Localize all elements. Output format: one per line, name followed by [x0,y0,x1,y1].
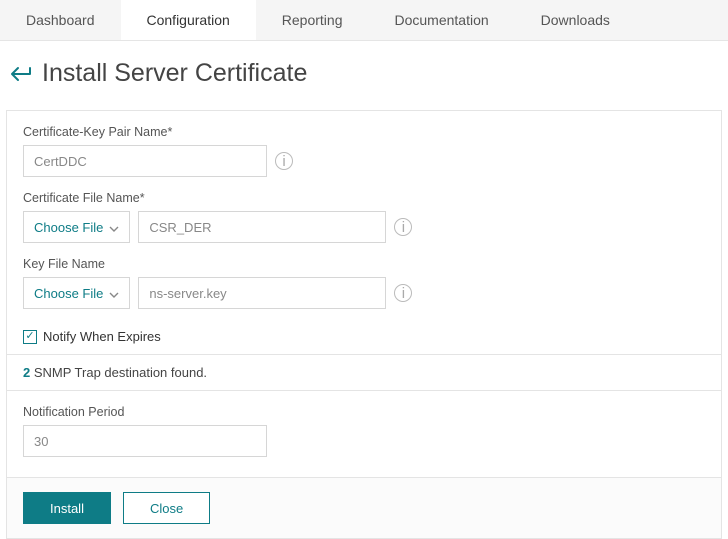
tab-downloads[interactable]: Downloads [515,0,636,40]
key-file-input[interactable] [138,277,386,309]
tab-configuration[interactable]: Configuration [121,0,256,40]
tab-documentation[interactable]: Documentation [368,0,514,40]
close-button[interactable]: Close [123,492,210,524]
notify-checkbox-label: Notify When Expires [43,329,161,344]
choose-file-label: Choose File [34,220,103,235]
tab-reporting[interactable]: Reporting [256,0,369,40]
key-file-label: Key File Name [23,257,705,271]
page-header: Install Server Certificate [0,41,728,110]
key-file-choose-button[interactable]: Choose File [23,277,130,309]
footer-actions: Install Close [7,477,721,538]
notification-period-label: Notification Period [23,405,705,419]
info-icon[interactable]: i [394,284,412,302]
cert-key-pair-input[interactable] [23,145,267,177]
page-title: Install Server Certificate [42,59,307,88]
snmp-status: 2 SNMP Trap destination found. [7,355,721,391]
snmp-text: SNMP Trap destination found. [30,365,207,380]
notification-period-input[interactable] [23,425,267,457]
choose-file-label: Choose File [34,286,103,301]
notify-checkbox[interactable]: ✓ [23,330,37,344]
chevron-down-icon [109,220,119,235]
cert-file-input[interactable] [138,211,386,243]
info-icon[interactable]: i [275,152,293,170]
cert-file-choose-button[interactable]: Choose File [23,211,130,243]
cert-file-label: Certificate File Name* [23,191,705,205]
info-icon[interactable]: i [394,218,412,236]
install-button[interactable]: Install [23,492,111,524]
back-arrow-icon[interactable] [10,65,32,83]
top-tabs: Dashboard Configuration Reporting Docume… [0,0,728,41]
chevron-down-icon [109,286,119,301]
cert-key-pair-label: Certificate-Key Pair Name* [23,125,705,139]
tab-dashboard[interactable]: Dashboard [0,0,121,40]
form-panel: Certificate-Key Pair Name* i Certificate… [6,110,722,539]
